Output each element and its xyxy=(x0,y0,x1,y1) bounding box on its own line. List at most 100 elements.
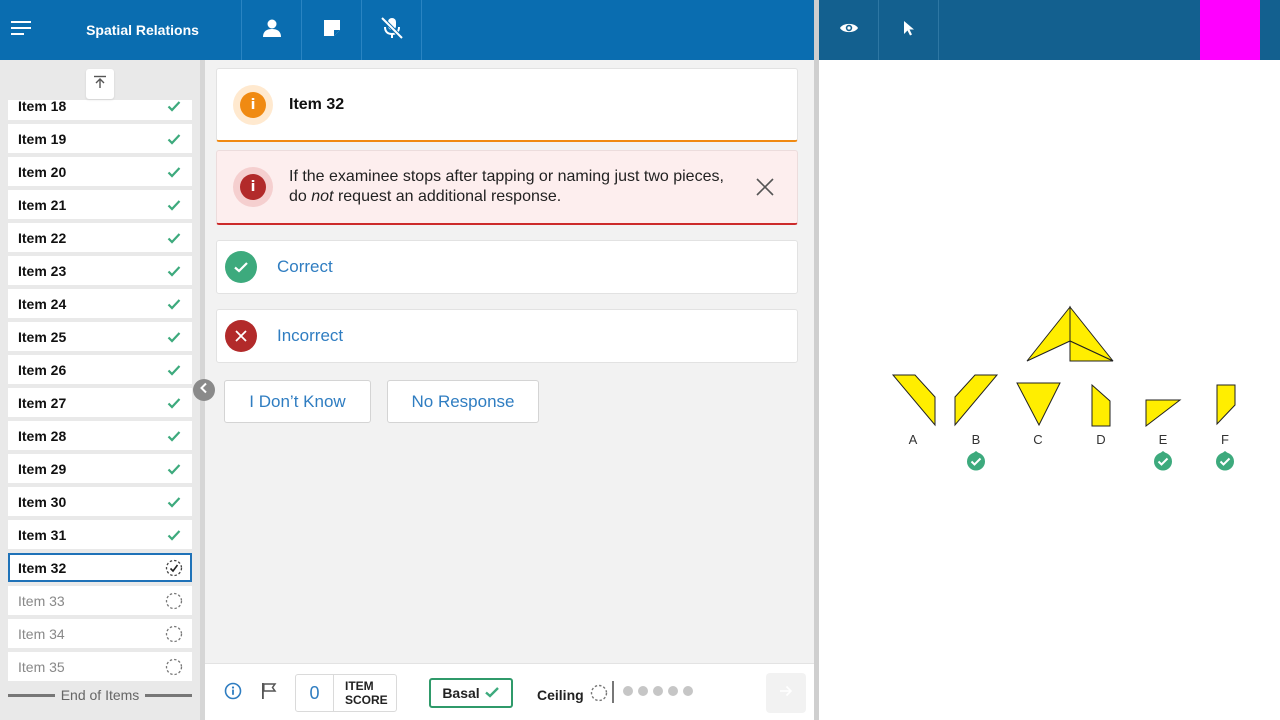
alert-text: If the examinee stops after tapping or n… xyxy=(289,167,729,207)
eye-icon xyxy=(839,21,859,40)
alert-icon: i xyxy=(240,174,266,200)
check-icon xyxy=(165,427,183,445)
sidebar-item[interactable]: Item 33 xyxy=(8,586,192,615)
sidebar-item[interactable]: Item 19 xyxy=(8,124,192,153)
choice-d-piece[interactable] xyxy=(1091,383,1111,427)
progress-dot xyxy=(638,686,648,696)
microphone-button[interactable] xyxy=(362,0,422,60)
no-response-button[interactable]: No Response xyxy=(387,380,539,423)
menu-icon xyxy=(11,20,33,40)
sidebar-item[interactable]: Item 29 xyxy=(8,454,192,483)
collapse-sidebar-button[interactable] xyxy=(193,379,215,401)
end-of-items-label: End of Items xyxy=(60,687,140,703)
visibility-button[interactable] xyxy=(819,0,879,60)
choice-a-piece[interactable] xyxy=(891,374,936,427)
sidebar-item[interactable]: Item 23 xyxy=(8,256,192,285)
sidebar-item[interactable]: Item 25 xyxy=(8,322,192,351)
top-bar: Spatial Relations xyxy=(0,0,814,60)
sidebar-item[interactable]: Item 21 xyxy=(8,190,192,219)
ceiling-separator xyxy=(612,681,614,703)
color-indicator xyxy=(1200,0,1260,60)
sidebar-item-label: Item 34 xyxy=(18,625,65,642)
stimulus-area: A B C D E F xyxy=(819,60,1280,720)
sidebar-item-label: Item 21 xyxy=(18,196,67,213)
sidebar-item[interactable]: Item 28 xyxy=(8,421,192,450)
menu-button[interactable] xyxy=(0,0,44,60)
check-icon xyxy=(165,262,183,280)
sidebar-item[interactable]: Item 30 xyxy=(8,487,192,516)
choice-label: B xyxy=(971,432,981,447)
item-sidebar: Item 18 Item 19 Item 20 Item 21 Item 22 Item … xyxy=(0,60,200,720)
sidebar-item-label: Item 27 xyxy=(18,394,67,411)
check-icon xyxy=(225,251,257,283)
sidebar-item-label: Item 28 xyxy=(18,427,67,444)
sidebar-item-label: Item 22 xyxy=(18,229,67,246)
ceiling-status: Ceiling xyxy=(537,684,608,705)
choice-f-piece[interactable] xyxy=(1216,384,1236,426)
sidebar-item[interactable]: Item 34 xyxy=(8,619,192,648)
check-icon xyxy=(165,196,183,214)
stimulus-figure xyxy=(891,305,1236,428)
check-icon xyxy=(165,361,183,379)
choice-label: C xyxy=(1033,432,1043,447)
sidebar-item-label: Item 26 xyxy=(18,361,67,378)
pending-circle-icon xyxy=(165,625,183,643)
sidebar-item-label: Item 25 xyxy=(18,328,67,345)
choice-e-piece[interactable] xyxy=(1145,399,1182,428)
sidebar-item[interactable]: Item 24 xyxy=(8,289,192,318)
next-item-button[interactable] xyxy=(766,673,806,713)
notes-button[interactable] xyxy=(302,0,362,60)
incorrect-response-button[interactable]: Incorrect xyxy=(216,309,798,363)
sidebar-item-label: Item 32 xyxy=(18,559,67,576)
choice-b-piece[interactable] xyxy=(954,374,999,427)
sidebar-item[interactable]: Item 32 xyxy=(8,553,192,582)
sidebar-item[interactable]: Item 22 xyxy=(8,223,192,252)
sidebar-item-label: Item 31 xyxy=(18,526,67,543)
sidebar-item[interactable]: Item 20 xyxy=(8,157,192,186)
pending-circle-icon xyxy=(165,658,183,676)
choice-label: A xyxy=(908,432,918,447)
choice-c-piece[interactable] xyxy=(1016,382,1061,427)
mic-off-icon xyxy=(379,16,405,45)
progress-dot xyxy=(668,686,678,696)
sidebar-item-label: Item 30 xyxy=(18,493,67,510)
info-circle-icon[interactable] xyxy=(224,682,242,705)
person-icon xyxy=(262,18,282,43)
dont-know-button[interactable]: I Don’t Know xyxy=(224,380,371,423)
sidebar-item[interactable]: Item 26 xyxy=(8,355,192,384)
examinee-button[interactable] xyxy=(242,0,302,60)
alert-text-end: request an additional response. xyxy=(333,188,562,205)
alert-close-button[interactable] xyxy=(753,177,777,201)
sidebar-item[interactable]: Item 31 xyxy=(8,520,192,549)
check-icon xyxy=(165,295,183,313)
end-of-items: End of Items xyxy=(8,687,192,703)
check-icon xyxy=(165,130,183,148)
flag-icon[interactable] xyxy=(260,682,278,705)
check-icon xyxy=(165,460,183,478)
sidebar-item[interactable]: Item 27 xyxy=(8,388,192,417)
basal-button[interactable]: Basal xyxy=(429,678,513,708)
progress-dot xyxy=(623,686,633,696)
pointer-button[interactable] xyxy=(879,0,939,60)
app-title: Spatial Relations xyxy=(44,0,242,60)
close-icon xyxy=(755,177,775,202)
pending-circle-icon xyxy=(590,684,608,705)
x-icon xyxy=(225,320,257,352)
check-icon xyxy=(165,526,183,544)
correct-response-button[interactable]: Correct xyxy=(216,240,798,294)
check-icon xyxy=(484,685,500,702)
item-score-label-line1: ITEM xyxy=(345,679,374,693)
sidebar-item[interactable]: Item 35 xyxy=(8,652,192,681)
scroll-to-top-button[interactable] xyxy=(86,69,114,99)
sidebar-item-label: Item 20 xyxy=(18,163,67,180)
item-score: 0 ITEM SCORE xyxy=(295,674,397,712)
selected-check-icon xyxy=(1153,451,1173,471)
selected-check-icon xyxy=(1215,451,1235,471)
selected-check-icon xyxy=(966,451,986,471)
ceiling-label: Ceiling xyxy=(537,686,584,703)
item-panel: i Item 32 i If the examinee stops after … xyxy=(205,60,814,663)
progress-dot xyxy=(683,686,693,696)
item-header: i Item 32 xyxy=(216,68,798,142)
alert-text-emphasis: not xyxy=(311,188,334,205)
choice-label: D xyxy=(1096,432,1106,447)
